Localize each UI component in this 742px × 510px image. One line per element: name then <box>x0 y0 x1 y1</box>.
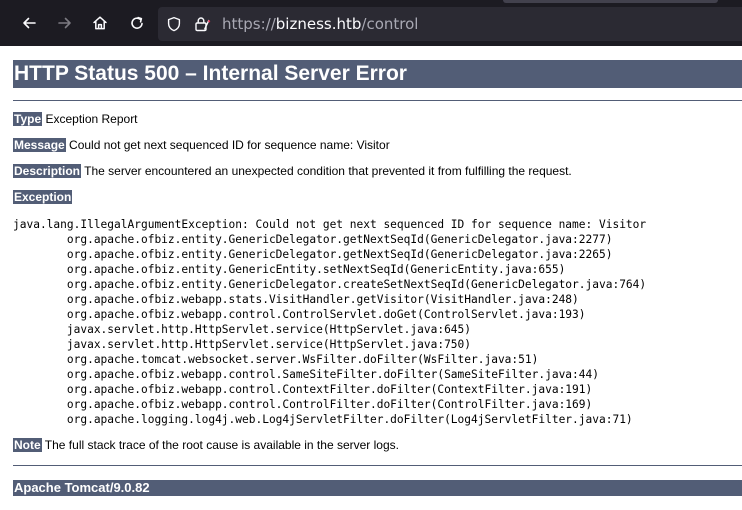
description-value: The server encountered an unexpected con… <box>84 164 572 178</box>
note-label: Note <box>13 438 42 452</box>
stack-trace: java.lang.IllegalArgumentException: Coul… <box>13 217 646 427</box>
back-arrow-icon <box>23 17 36 29</box>
description-line: Description The server encountered an un… <box>13 164 572 179</box>
home-button[interactable] <box>88 11 112 35</box>
stack-trace-line: org.apache.tomcat.websocket.server.WsFil… <box>13 353 539 366</box>
stack-trace-line: org.apache.ofbiz.entity.GenericEntity.se… <box>13 263 566 276</box>
type-line: Type Exception Report <box>13 112 138 127</box>
stack-trace-line: org.apache.ofbiz.webapp.control.ContextF… <box>13 383 593 396</box>
url-scheme: https:// <box>222 15 276 33</box>
forward-button[interactable] <box>53 11 77 35</box>
divider <box>13 100 742 101</box>
message-label: Message <box>13 138 66 152</box>
stack-trace-line: org.apache.ofbiz.entity.GenericDelegator… <box>13 248 613 261</box>
description-label: Description <box>13 164 82 178</box>
tab-strip-edge <box>503 0 718 3</box>
address-bar[interactable]: https://bizness.htb/control <box>158 7 742 41</box>
stack-trace-line: org.apache.logging.log4j.web.Log4jServle… <box>13 413 633 426</box>
page-title: HTTP Status 500 – Internal Server Error <box>13 60 742 88</box>
stack-trace-line: org.apache.ofbiz.webapp.stats.VisitHandl… <box>13 293 579 306</box>
server-footer: Apache Tomcat/9.0.82 <box>13 480 742 496</box>
shield-icon[interactable] <box>165 15 183 33</box>
url-host: bizness.htb <box>275 15 362 33</box>
divider <box>13 465 742 466</box>
type-value: Exception Report <box>45 112 138 126</box>
stack-trace-line: java.lang.IllegalArgumentException: Coul… <box>13 218 647 231</box>
browser-toolbar: https://bizness.htb/control <box>0 0 742 46</box>
message-line: Message Could not get next sequenced ID … <box>13 138 390 153</box>
exception-line: Exception <box>13 190 73 205</box>
note-line: Note The full stack trace of the root ca… <box>13 438 399 453</box>
page-viewport: HTTP Status 500 – Internal Server Error … <box>0 46 742 510</box>
stack-trace-line: org.apache.ofbiz.webapp.control.SameSite… <box>13 368 599 381</box>
message-value: Could not get next sequenced ID for sequ… <box>69 138 390 152</box>
exception-label: Exception <box>13 190 73 204</box>
type-label: Type <box>13 112 43 126</box>
note-value: The full stack trace of the root cause i… <box>44 438 399 452</box>
reload-button[interactable] <box>125 11 149 35</box>
stack-trace-line: org.apache.ofbiz.entity.GenericDelegator… <box>13 278 647 291</box>
back-button[interactable] <box>17 11 41 35</box>
home-icon <box>93 16 107 30</box>
forward-arrow-icon <box>58 17 71 29</box>
stack-trace-line: org.apache.ofbiz.webapp.control.ControlS… <box>13 308 586 321</box>
stack-trace-line: javax.servlet.http.HttpServlet.service(H… <box>13 338 472 351</box>
reload-icon <box>131 16 143 29</box>
url-path: /control <box>361 15 419 33</box>
stack-trace-line: org.apache.ofbiz.entity.GenericDelegator… <box>13 233 613 246</box>
stack-trace-line: javax.servlet.http.HttpServlet.service(H… <box>13 323 472 336</box>
stack-trace-line: org.apache.ofbiz.webapp.control.ControlF… <box>13 398 593 411</box>
lock-icon[interactable] <box>193 15 211 33</box>
url-text[interactable]: https://bizness.htb/control <box>222 15 418 33</box>
